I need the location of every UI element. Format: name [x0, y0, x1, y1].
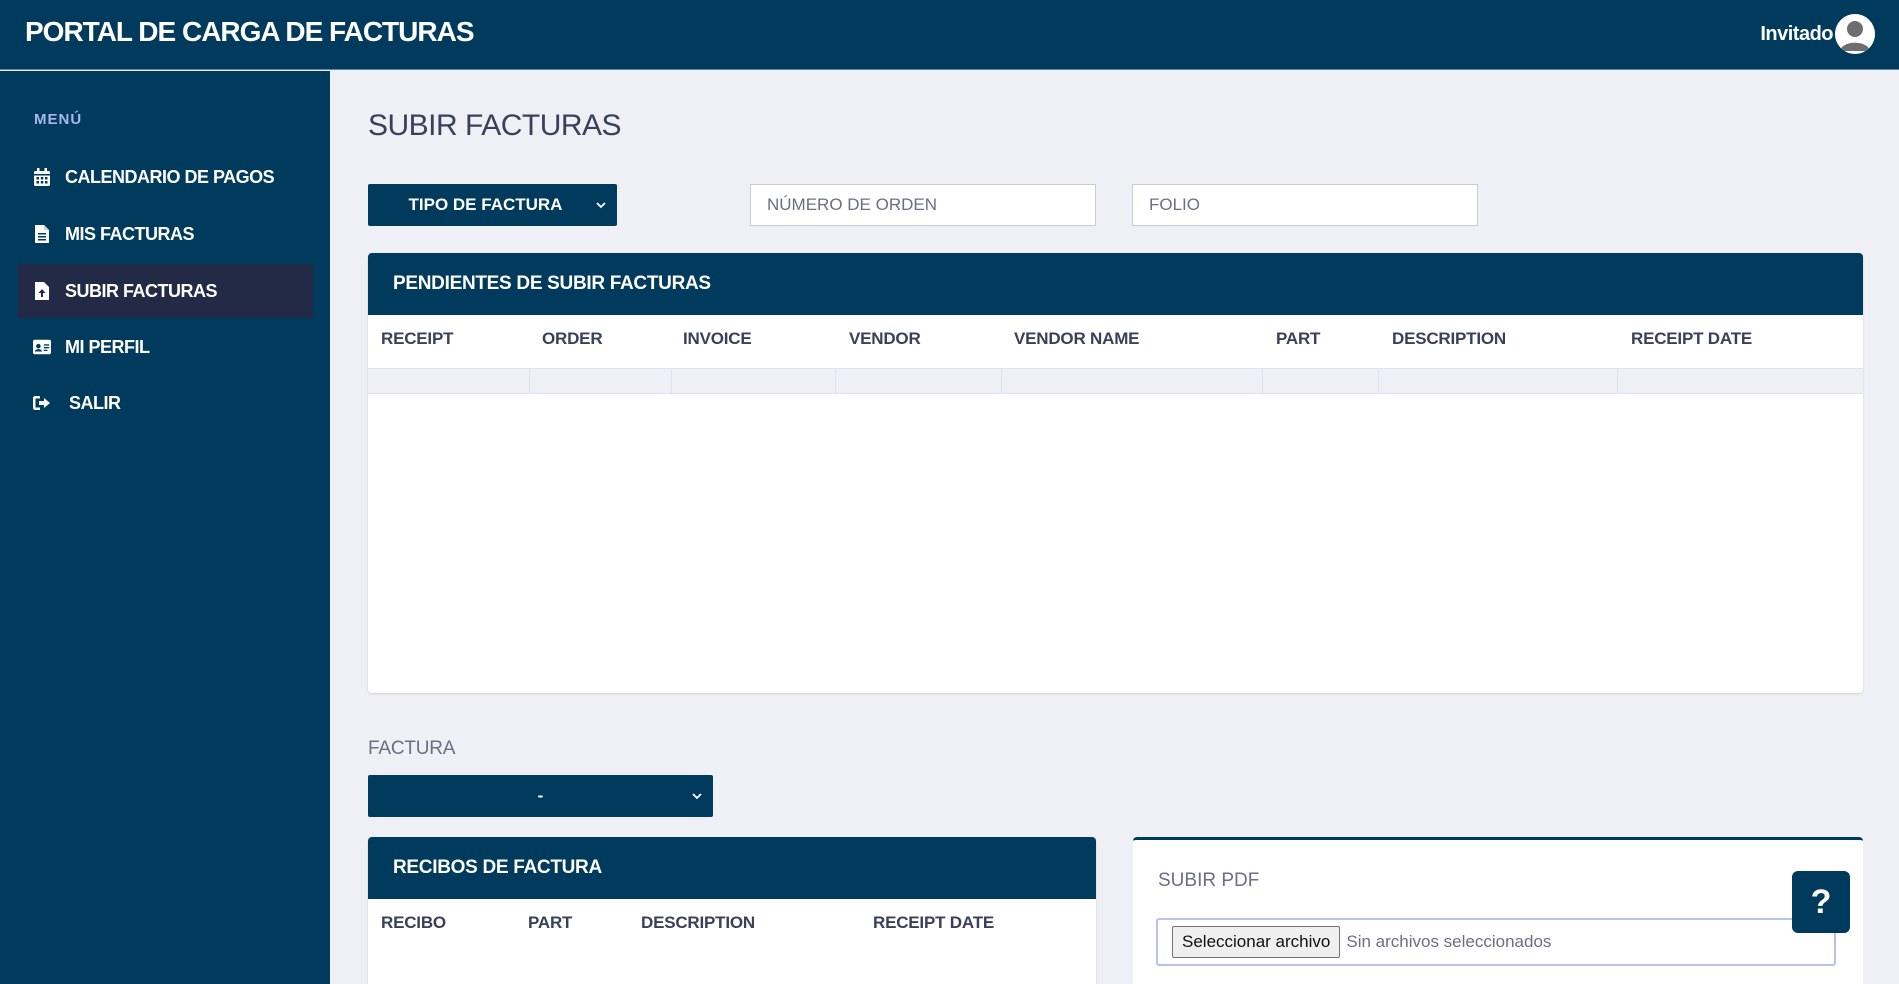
factura-select[interactable]: - — [368, 775, 713, 817]
column-header[interactable]: RECEIPT DATE — [873, 913, 994, 933]
user-name: Invitado — [1760, 22, 1833, 45]
sidebar-item-label: SUBIR FACTURAS — [65, 280, 218, 301]
column-header[interactable]: INVOICE — [683, 329, 752, 349]
column-header[interactable]: DESCRIPTION — [1392, 329, 1506, 349]
pdf-file-input[interactable]: Seleccionar archivo Sin archivos selecci… — [1156, 918, 1836, 966]
pending-invoices-title: PENDIENTES DE SUBIR FACTURAS — [368, 253, 1863, 315]
pdf-upload-title: SUBIR PDF — [1158, 870, 1260, 891]
choose-file-button[interactable]: Seleccionar archivo — [1172, 926, 1341, 958]
column-header[interactable]: PART — [1276, 329, 1320, 349]
column-header[interactable]: RECIBO — [381, 913, 446, 933]
table-row — [368, 368, 1863, 394]
column-header[interactable]: RECEIPT — [381, 329, 453, 349]
column-header[interactable]: VENDOR NAME — [1014, 329, 1140, 349]
invoice-type-select[interactable]: TIPO DE FACTURA — [368, 184, 617, 226]
avatar[interactable] — [1835, 14, 1875, 54]
invoice-receipts-card: RECIBOS DE FACTURA RECIBO PART DESCRIPTI… — [368, 837, 1096, 984]
column-header[interactable]: RECEIPT DATE — [1631, 329, 1752, 349]
order-number-input[interactable]: NÚMERO DE ORDEN — [750, 184, 1096, 226]
sidebar-item-label: MI PERFIL — [65, 336, 150, 357]
document-icon — [33, 225, 51, 243]
help-button[interactable]: ? — [1792, 871, 1850, 933]
menu-title: MENÚ — [34, 111, 83, 128]
sidebar-item-calendario-de-pagos[interactable]: CALENDARIO DE PAGOS — [18, 150, 313, 204]
factura-selected-value: - — [537, 786, 544, 805]
sidebar: MENÚ CALENDARIO DE PAGOS MIS FACTURAS SU… — [0, 71, 330, 984]
invoice-receipts-title: RECIBOS DE FACTURA — [368, 837, 1096, 899]
sidebar-item-mi-perfil[interactable]: MI PERFIL — [18, 320, 313, 374]
column-header[interactable]: ORDER — [542, 329, 603, 349]
pdf-upload-card: SUBIR PDF Seleccionar archivo Sin archiv… — [1133, 837, 1863, 984]
app-title: PORTAL DE CARGA DE FACTURAS — [25, 16, 474, 47]
main-content: SUBIR FACTURAS TIPO DE FACTURA NÚMERO DE… — [330, 71, 1899, 984]
top-bar: PORTAL DE CARGA DE FACTURAS Invitado — [0, 0, 1899, 70]
sidebar-item-label: CALENDARIO DE PAGOS — [65, 166, 275, 187]
file-upload-icon — [33, 282, 51, 300]
folio-input[interactable]: FOLIO — [1132, 184, 1478, 226]
pending-invoices-card: PENDIENTES DE SUBIR FACTURAS RECEIPT ORD… — [368, 253, 1863, 693]
sidebar-item-subir-facturas[interactable]: SUBIR FACTURAS — [18, 264, 313, 318]
column-header[interactable]: PART — [528, 913, 572, 933]
user-menu[interactable]: Invitado — [1760, 14, 1875, 54]
sidebar-item-mis-facturas[interactable]: MIS FACTURAS — [18, 207, 313, 261]
sidebar-item-salir[interactable]: SALIR — [18, 376, 313, 430]
page-title: SUBIR FACTURAS — [368, 109, 622, 142]
chevron-down-icon — [596, 202, 606, 209]
column-header[interactable]: VENDOR — [849, 329, 921, 349]
factura-label: FACTURA — [368, 738, 456, 759]
sidebar-item-label: MIS FACTURAS — [65, 223, 195, 244]
invoice-type-label: TIPO DE FACTURA — [408, 195, 563, 214]
file-status: Sin archivos seleccionados — [1346, 932, 1552, 951]
calendar-icon — [33, 168, 51, 186]
id-card-icon — [33, 338, 51, 356]
sign-out-icon — [33, 394, 51, 412]
user-avatar-icon — [1835, 14, 1875, 54]
column-header[interactable]: DESCRIPTION — [641, 913, 755, 933]
sidebar-item-label: SALIR — [69, 392, 121, 413]
question-icon: ? — [1810, 882, 1832, 921]
chevron-down-icon — [692, 793, 702, 800]
